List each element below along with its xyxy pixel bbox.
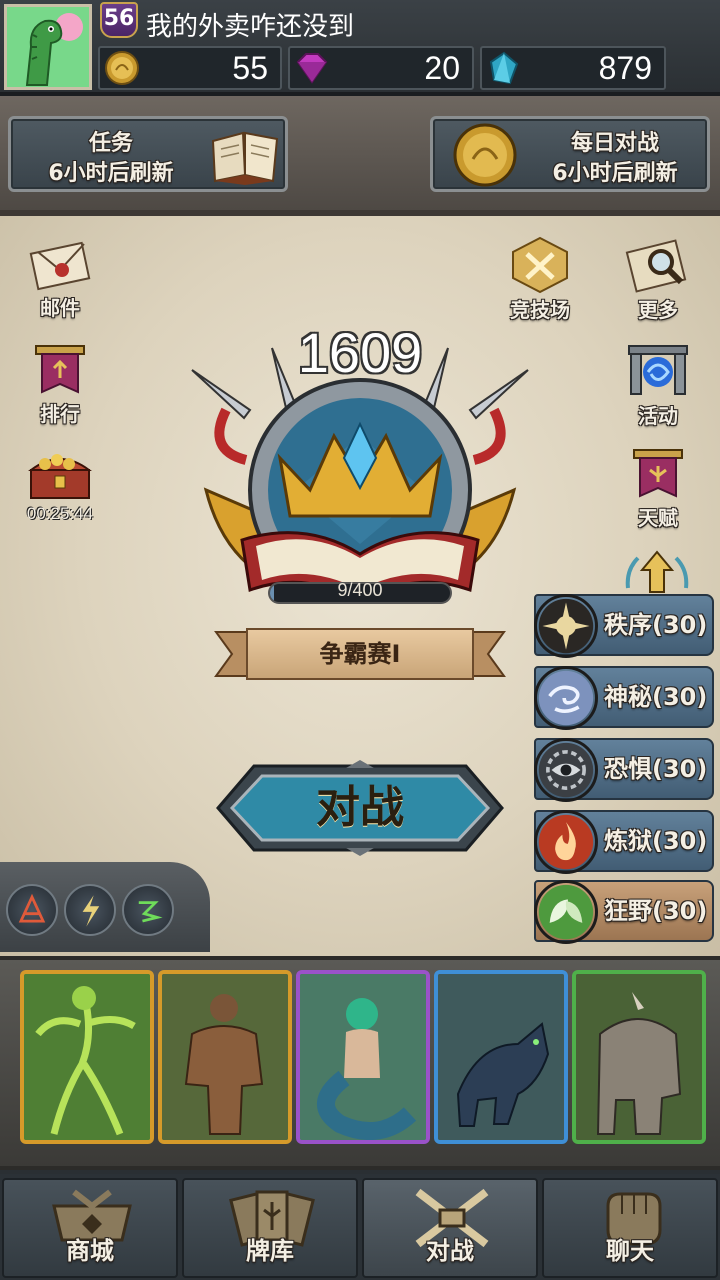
chest-timer: 00:25:44: [26, 504, 94, 523]
deck-card-wolf[interactable]: [434, 970, 568, 1144]
nature-rune-icon[interactable]: [122, 884, 174, 936]
daily-coin-icon: [453, 123, 517, 187]
gold-counter[interactable]: 55: [98, 46, 282, 90]
rank-up-arrow-icon[interactable]: [624, 548, 690, 594]
treasure-chest-icon: [28, 454, 92, 499]
gem-counter[interactable]: 20: [288, 46, 474, 90]
crystal-shard-icon: [489, 51, 519, 85]
daily-battle-panel[interactable]: 每日对战 6小时后刷新: [430, 116, 710, 192]
portal-icon: [628, 345, 688, 395]
mail-button[interactable]: 邮件: [20, 236, 100, 321]
leaf-icon: [534, 880, 598, 944]
sun-icon: [534, 594, 598, 658]
gem-icon: [296, 53, 328, 84]
faction-wild-label: 狂野(30): [604, 897, 708, 925]
nav-battle-label: 对战: [426, 1237, 474, 1265]
giant-card-art: [162, 974, 288, 1140]
battle-button-label: 对战: [316, 782, 404, 833]
arena-button[interactable]: 竞技场: [500, 236, 580, 323]
more-label: 更多: [638, 298, 678, 322]
faction-order-label: 秩序(30): [604, 611, 708, 639]
shard-counter[interactable]: 879: [480, 46, 666, 90]
nav-deck-label: 牌库: [246, 1237, 294, 1265]
nav-shop-label: 商城: [66, 1237, 114, 1265]
rank-progress-text: 9/400: [337, 580, 383, 600]
task-refresh-text: 6小时后刷新: [48, 161, 174, 186]
ranking-label: 排行: [40, 402, 80, 426]
league-name: 争霸赛I: [246, 628, 474, 680]
faction-order-filter[interactable]: 秩序(30): [534, 594, 714, 658]
deck-card-rhino[interactable]: [572, 970, 706, 1144]
eye-icon: [534, 738, 598, 802]
battle-button[interactable]: 对战: [214, 760, 506, 856]
rhino-card-art: [576, 974, 702, 1140]
player-avatar[interactable]: [4, 4, 92, 90]
daily-battle-title: 每日对战: [570, 131, 659, 156]
faction-inferno-filter[interactable]: 炼狱(30): [534, 810, 714, 874]
nav-shop[interactable]: 商城: [2, 1178, 178, 1278]
crossed-swords-icon: [512, 236, 568, 294]
book-icon: [211, 131, 279, 185]
events-button[interactable]: 活动: [618, 340, 698, 429]
fire-rune-icon[interactable]: [6, 884, 58, 936]
level-badge: 56: [100, 2, 138, 38]
gold-coin-icon: [105, 51, 139, 85]
top-bar: 56 我的外卖咋还没到 55 20 879: [0, 0, 720, 96]
nav-chat-label: 聊天: [606, 1237, 654, 1265]
more-button[interactable]: 更多: [618, 236, 698, 323]
treasure-chest-button[interactable]: 00:25:44: [20, 444, 100, 524]
events-label: 活动: [638, 404, 678, 428]
nav-battle[interactable]: 对战: [362, 1178, 538, 1278]
swirl-icon: [534, 666, 598, 730]
daily-battle-refresh-text: 6小时后刷新: [552, 161, 678, 186]
arena-label: 竞技场: [510, 298, 570, 322]
dryad-card-art: [24, 974, 150, 1140]
faction-mystic-label: 神秘(30): [604, 683, 708, 711]
wolf-card-art: [438, 974, 564, 1140]
gold-amount: 55: [232, 50, 268, 86]
faction-wild-filter[interactable]: 狂野(30): [534, 880, 714, 944]
faction-fear-filter[interactable]: 恐惧(30): [534, 738, 714, 802]
rating-score: 1609: [297, 321, 423, 384]
deck-card-dryad[interactable]: [20, 970, 154, 1144]
naga-card-art: [300, 974, 426, 1140]
gem-amount: 20: [424, 50, 460, 86]
nav-chat[interactable]: 聊天: [542, 1178, 718, 1278]
ranking-banner-icon: [35, 345, 85, 394]
envelope-icon: [29, 241, 91, 291]
task-panel[interactable]: 任务 6小时后刷新: [8, 116, 288, 192]
player-name: 我的外卖咋还没到: [146, 12, 355, 42]
nav-deck[interactable]: 牌库: [182, 1178, 358, 1278]
lightning-rune-icon[interactable]: [64, 884, 116, 936]
talent-label: 天赋: [638, 506, 678, 530]
deck-card-naga[interactable]: [296, 970, 430, 1144]
magnifier-map-icon: [625, 239, 687, 293]
quest-row: 任务 6小时后刷新 每日对战 6小时后刷新: [0, 96, 720, 216]
shard-amount: 879: [598, 50, 652, 86]
mail-label: 邮件: [40, 296, 80, 320]
talent-button[interactable]: 天赋: [618, 444, 698, 531]
deck-card-giant[interactable]: [158, 970, 292, 1144]
ranking-button[interactable]: 排行: [20, 340, 100, 427]
faction-mystic-filter[interactable]: 神秘(30): [534, 666, 714, 730]
faction-fear-label: 恐惧(30): [604, 755, 708, 783]
flame-icon: [534, 810, 598, 874]
talent-banner-icon: [633, 449, 683, 498]
task-title: 任务: [88, 131, 133, 156]
faction-inferno-label: 炼狱(30): [604, 827, 708, 855]
